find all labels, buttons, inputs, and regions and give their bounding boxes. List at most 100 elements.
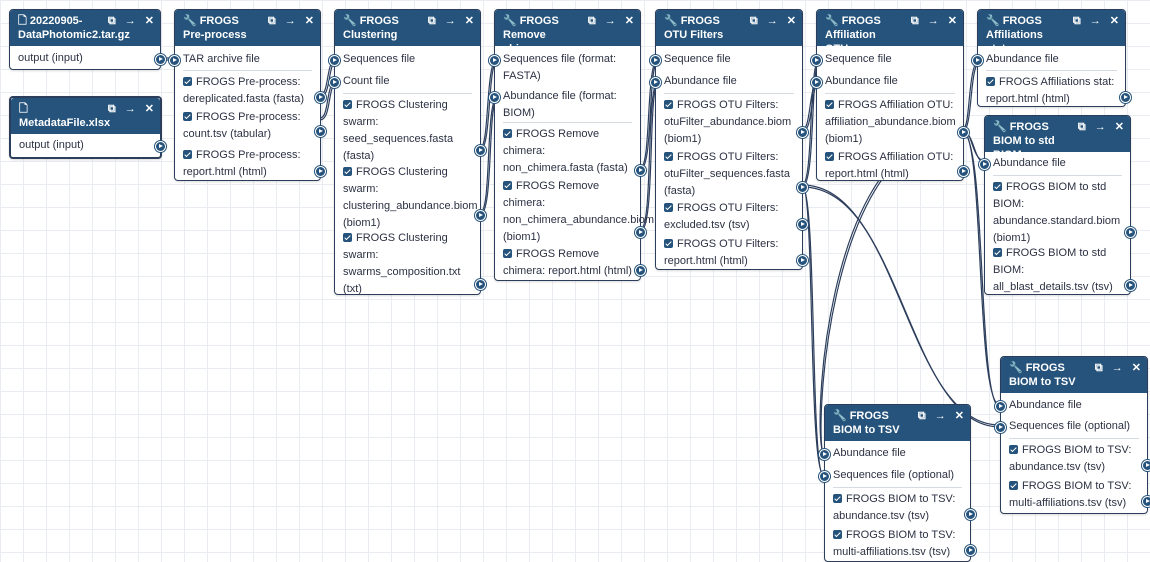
input-terminal[interactable]	[489, 55, 500, 66]
close-icon[interactable]: ✕	[145, 14, 154, 28]
close-icon[interactable]: ✕	[948, 14, 957, 28]
close-icon[interactable]: ✕	[145, 102, 154, 116]
copy-icon[interactable]: ⧉	[750, 14, 758, 28]
checkbox-icon[interactable]	[664, 239, 673, 248]
tool-node-pre-process[interactable]: 🔧 FROGS Pre-process ⧉ → ✕ TAR archive fil…	[169, 9, 326, 181]
checkbox-icon[interactable]	[993, 248, 1002, 257]
output-terminal[interactable]	[965, 509, 976, 520]
checkbox-icon[interactable]	[833, 494, 842, 503]
copy-icon[interactable]: ⧉	[1073, 14, 1081, 28]
input-terminal[interactable]	[995, 422, 1006, 433]
tool-node-biom-to-tsv[interactable]: 🔧 FROGS BIOM to TSV ⧉ → ✕ Abundance file …	[819, 404, 976, 562]
checkbox-icon[interactable]	[993, 182, 1002, 191]
checkbox-icon[interactable]	[833, 530, 842, 539]
input-terminal[interactable]	[489, 92, 500, 103]
run-arrow-icon[interactable]: →	[767, 14, 778, 28]
output-terminal[interactable]	[635, 227, 646, 238]
output-terminal[interactable]	[635, 265, 646, 276]
copy-icon[interactable]: ⧉	[108, 102, 116, 116]
input-terminal[interactable]	[819, 471, 830, 482]
copy-icon[interactable]: ⧉	[268, 14, 276, 28]
run-arrow-icon[interactable]: →	[1112, 361, 1123, 375]
input-terminal[interactable]	[329, 77, 340, 88]
dataset-node-metadata[interactable]: 🗋 MetadataFile.xlsx ⧉ → ✕ output (input)	[9, 96, 166, 159]
close-icon[interactable]: ✕	[305, 14, 314, 28]
output-terminal[interactable]	[965, 545, 976, 556]
run-arrow-icon[interactable]: →	[935, 409, 946, 423]
close-icon[interactable]: ✕	[787, 14, 796, 28]
run-arrow-icon[interactable]: →	[928, 14, 939, 28]
tool-node-biom-to-tsv[interactable]: 🔧 FROGS BIOM to TSV ⧉ → ✕ Abundance file …	[995, 356, 1150, 514]
checkbox-icon[interactable]	[343, 100, 352, 109]
output-terminal[interactable]	[1125, 280, 1136, 291]
checkbox-icon[interactable]	[503, 181, 512, 190]
checkbox-icon[interactable]	[664, 203, 673, 212]
close-icon[interactable]: ✕	[1132, 361, 1141, 375]
run-arrow-icon[interactable]: →	[285, 14, 296, 28]
output-terminal[interactable]	[1125, 227, 1136, 238]
run-arrow-icon[interactable]: →	[605, 14, 616, 28]
copy-icon[interactable]: ⧉	[588, 14, 596, 28]
tool-node-affiliations-stat[interactable]: 🔧 FROGS Affiliations stat ⧉ → ✕ Abundance…	[972, 9, 1131, 107]
input-terminal[interactable]	[650, 77, 661, 88]
output-terminal[interactable]	[315, 166, 326, 177]
input-terminal[interactable]	[811, 77, 822, 88]
output-terminal[interactable]	[1142, 496, 1150, 507]
checkbox-icon[interactable]	[1009, 445, 1018, 454]
checkbox-icon[interactable]	[825, 100, 834, 109]
copy-icon[interactable]: ⧉	[1095, 361, 1103, 375]
copy-icon[interactable]: ⧉	[108, 14, 116, 28]
tool-node-otu-filters[interactable]: 🔧 FROGS OTU Filters ⧉ → ✕ Sequence file A…	[650, 9, 808, 270]
run-arrow-icon[interactable]: →	[445, 14, 456, 28]
output-terminal[interactable]	[155, 141, 166, 152]
checkbox-icon[interactable]	[343, 167, 352, 176]
output-terminal[interactable]	[475, 145, 486, 156]
run-arrow-icon[interactable]: →	[125, 102, 136, 116]
input-terminal[interactable]	[329, 55, 340, 66]
checkbox-icon[interactable]	[183, 112, 192, 121]
checkbox-icon[interactable]	[503, 129, 512, 138]
output-terminal[interactable]	[797, 219, 808, 230]
copy-icon[interactable]: ⧉	[918, 409, 926, 423]
output-terminal[interactable]	[315, 92, 326, 103]
tool-node-biom-to-std-biom[interactable]: 🔧 FROGS BIOM to std BIOM ⧉ → ✕ Abundance …	[979, 115, 1136, 295]
input-terminal[interactable]	[979, 159, 990, 170]
close-icon[interactable]: ✕	[955, 409, 964, 423]
checkbox-icon[interactable]	[503, 249, 512, 258]
checkbox-icon[interactable]	[986, 77, 995, 86]
output-terminal[interactable]	[797, 182, 808, 193]
output-terminal[interactable]	[1142, 460, 1150, 471]
checkbox-icon[interactable]	[664, 100, 673, 109]
output-terminal[interactable]	[958, 166, 969, 177]
input-terminal[interactable]	[169, 55, 180, 66]
tool-node-remove-chimera[interactable]: 🔧 FROGS Remove chimera ⧉ → ✕ Sequences fi…	[489, 9, 654, 281]
output-terminal[interactable]	[155, 54, 166, 65]
checkbox-icon[interactable]	[343, 233, 352, 242]
close-icon[interactable]: ✕	[465, 14, 474, 28]
checkbox-icon[interactable]	[183, 77, 192, 86]
run-arrow-icon[interactable]: →	[1090, 14, 1101, 28]
run-arrow-icon[interactable]: →	[125, 14, 136, 28]
output-terminal[interactable]	[475, 210, 486, 221]
dataset-node-tar-archive[interactable]: 🗋 20220905-DataPhotomic2.tar.gz ⧉ → ✕ out…	[9, 9, 166, 70]
output-terminal[interactable]	[315, 126, 326, 137]
copy-icon[interactable]: ⧉	[428, 14, 436, 28]
checkbox-icon[interactable]	[183, 150, 192, 159]
checkbox-icon[interactable]	[664, 152, 673, 161]
close-icon[interactable]: ✕	[1115, 120, 1124, 134]
output-terminal[interactable]	[958, 127, 969, 138]
output-terminal[interactable]	[635, 165, 646, 176]
close-icon[interactable]: ✕	[625, 14, 634, 28]
close-icon[interactable]: ✕	[1110, 14, 1119, 28]
output-terminal[interactable]	[797, 255, 808, 266]
copy-icon[interactable]: ⧉	[1078, 120, 1086, 134]
output-terminal[interactable]	[797, 127, 808, 138]
checkbox-icon[interactable]	[825, 152, 834, 161]
output-terminal[interactable]	[1120, 92, 1131, 103]
tool-node-clustering-swarm[interactable]: 🔧 FROGS Clustering swarm ⧉ → ✕ Sequences …	[329, 9, 486, 295]
input-terminal[interactable]	[972, 55, 983, 66]
tool-node-affiliation-otu[interactable]: 🔧 FROGS Affiliation OTU ⧉ → ✕ Sequence fi…	[811, 9, 969, 181]
run-arrow-icon[interactable]: →	[1095, 120, 1106, 134]
output-terminal[interactable]	[475, 279, 486, 290]
copy-icon[interactable]: ⧉	[911, 14, 919, 28]
